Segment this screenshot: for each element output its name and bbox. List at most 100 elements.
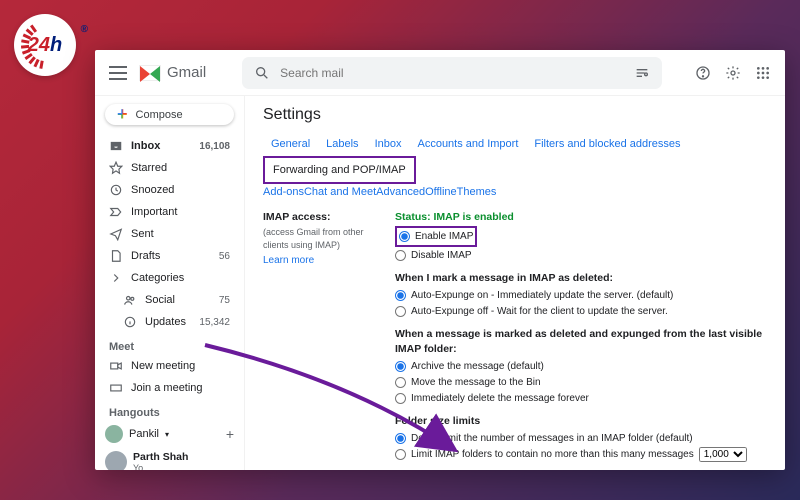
- sidebar-item-social[interactable]: Social 75: [95, 289, 244, 311]
- tab-themes[interactable]: Themes: [457, 186, 497, 198]
- search-options-icon[interactable]: [634, 65, 650, 81]
- chat-row[interactable]: Parth Shah Yo: [95, 447, 244, 470]
- meet-new-meeting[interactable]: New meeting: [95, 355, 244, 377]
- sidebar-item-snoozed[interactable]: Snoozed: [95, 179, 244, 201]
- autoexpunge-off-label: Auto-Expunge off - Wait for the client t…: [411, 304, 668, 319]
- hangouts-user-row[interactable]: Pankil ▾ +: [95, 421, 244, 447]
- radio-disable-imap[interactable]: [395, 250, 406, 261]
- search-bar[interactable]: [242, 57, 662, 89]
- sidebar-label: Drafts: [131, 250, 160, 262]
- delete-forever-label: Immediately delete the message forever: [411, 391, 589, 406]
- sidebar-item-categories[interactable]: Categories: [95, 267, 244, 289]
- keyboard-icon: [109, 381, 123, 395]
- sidebar-label: Sent: [131, 228, 154, 240]
- info-icon: [123, 315, 137, 329]
- tab-offline[interactable]: Offline: [425, 186, 457, 198]
- sidebar: + Compose Inbox 16,108 Starred Snoozed I…: [95, 96, 245, 470]
- tab-addons[interactable]: Add-ons: [263, 186, 304, 198]
- important-icon: [109, 205, 123, 219]
- radio-no-limit[interactable]: [395, 433, 406, 444]
- clock-icon: [109, 183, 123, 197]
- main-menu-icon[interactable]: [109, 66, 127, 80]
- compose-button[interactable]: + Compose: [105, 104, 234, 125]
- heading-expunged: When a message is marked as deleted and …: [395, 327, 767, 359]
- sidebar-item-sent[interactable]: Sent: [95, 223, 244, 245]
- topbar: Gmail: [95, 50, 785, 96]
- chat-preview: Yo: [133, 463, 188, 470]
- tab-inbox[interactable]: Inbox: [367, 132, 410, 156]
- sidebar-label: Updates: [145, 316, 186, 328]
- search-input[interactable]: [280, 66, 624, 80]
- sent-icon: [109, 227, 123, 241]
- sidebar-label: Starred: [131, 162, 167, 174]
- limit-folder-label: Limit IMAP folders to contain no more th…: [411, 447, 694, 462]
- tab-accounts[interactable]: Accounts and Import: [409, 132, 526, 156]
- folder-limit-select[interactable]: 1,000: [699, 447, 747, 462]
- meet-label: New meeting: [131, 360, 195, 372]
- radio-move-bin[interactable]: [395, 377, 406, 388]
- star-icon: [109, 161, 123, 175]
- imap-learn-more-link[interactable]: Learn more: [263, 255, 314, 266]
- compose-label: Compose: [136, 109, 183, 121]
- tab-chat[interactable]: Chat and Meet: [304, 186, 376, 198]
- tab-advanced[interactable]: Advanced: [376, 186, 425, 198]
- sidebar-label: Categories: [131, 272, 184, 284]
- search-icon: [254, 65, 270, 81]
- imap-status: Status: IMAP is enabled: [395, 210, 767, 226]
- gmail-m-icon: [139, 65, 161, 81]
- heading-mark-deleted: When I mark a message in IMAP as deleted…: [395, 271, 767, 287]
- radio-limit-folder[interactable]: [395, 449, 406, 460]
- settings-tabs: General Labels Inbox Accounts and Import…: [263, 132, 767, 184]
- inbox-icon: [109, 139, 123, 153]
- sidebar-item-drafts[interactable]: Drafts 56: [95, 245, 244, 267]
- sidebar-count: 56: [219, 251, 230, 262]
- hangouts-user: Pankil: [129, 428, 159, 440]
- sidebar-item-starred[interactable]: Starred: [95, 157, 244, 179]
- tab-labels[interactable]: Labels: [318, 132, 366, 156]
- logo-registered: ®: [81, 24, 88, 35]
- sidebar-item-important[interactable]: Important: [95, 201, 244, 223]
- settings-panel: Settings General Labels Inbox Accounts a…: [245, 96, 785, 470]
- imap-access-sub: (access Gmail from other clients using I…: [263, 226, 383, 253]
- chevron-right-icon: [109, 271, 123, 285]
- radio-archive[interactable]: [395, 361, 406, 372]
- meet-section-label: Meet: [95, 333, 244, 355]
- sidebar-label: Social: [145, 294, 175, 306]
- sidebar-count: 75: [219, 295, 230, 306]
- archive-label: Archive the message (default): [411, 359, 544, 374]
- heading-folder-limits: Folder size limits: [395, 414, 767, 430]
- sidebar-item-inbox[interactable]: Inbox 16,108: [95, 135, 244, 157]
- sidebar-item-updates[interactable]: Updates 15,342: [95, 311, 244, 333]
- enable-imap-label: Enable IMAP: [415, 229, 473, 244]
- autoexpunge-on-label: Auto-Expunge on - Immediately update the…: [411, 288, 673, 303]
- plus-icon: +: [117, 104, 128, 125]
- radio-autoexpunge-off[interactable]: [395, 306, 406, 317]
- radio-enable-imap[interactable]: [399, 231, 410, 242]
- imap-access-title: IMAP access:: [263, 211, 331, 223]
- no-limit-label: Do not limit the number of messages in a…: [411, 431, 693, 446]
- tab-general[interactable]: General: [263, 132, 318, 156]
- sidebar-count: 16,108: [199, 141, 230, 152]
- tab-filters[interactable]: Filters and blocked addresses: [526, 132, 688, 156]
- meet-label: Join a meeting: [131, 382, 203, 394]
- radio-delete-forever[interactable]: [395, 393, 406, 404]
- drafts-icon: [109, 249, 123, 263]
- move-bin-label: Move the message to the Bin: [411, 375, 541, 390]
- radio-autoexpunge-on[interactable]: [395, 290, 406, 301]
- video-icon: [109, 359, 123, 373]
- apps-grid-icon[interactable]: [755, 65, 771, 81]
- page-title: Settings: [263, 106, 767, 124]
- gmail-window: Gmail + Compose Inbox: [95, 50, 785, 470]
- tab-forwarding-pop-imap[interactable]: Forwarding and POP/IMAP: [263, 156, 416, 184]
- gmail-logo[interactable]: Gmail: [139, 64, 206, 81]
- gear-icon[interactable]: [725, 65, 741, 81]
- hangouts-add-icon[interactable]: +: [226, 426, 234, 442]
- sidebar-count: 15,342: [199, 317, 230, 328]
- meet-join-meeting[interactable]: Join a meeting: [95, 377, 244, 399]
- avatar: [105, 451, 127, 470]
- help-icon[interactable]: [695, 65, 711, 81]
- sidebar-label: Snoozed: [131, 184, 174, 196]
- imap-access-label: IMAP access: (access Gmail from other cl…: [263, 210, 383, 470]
- enable-imap-highlight: Enable IMAP: [395, 226, 477, 247]
- hangouts-section-label: Hangouts: [95, 399, 244, 421]
